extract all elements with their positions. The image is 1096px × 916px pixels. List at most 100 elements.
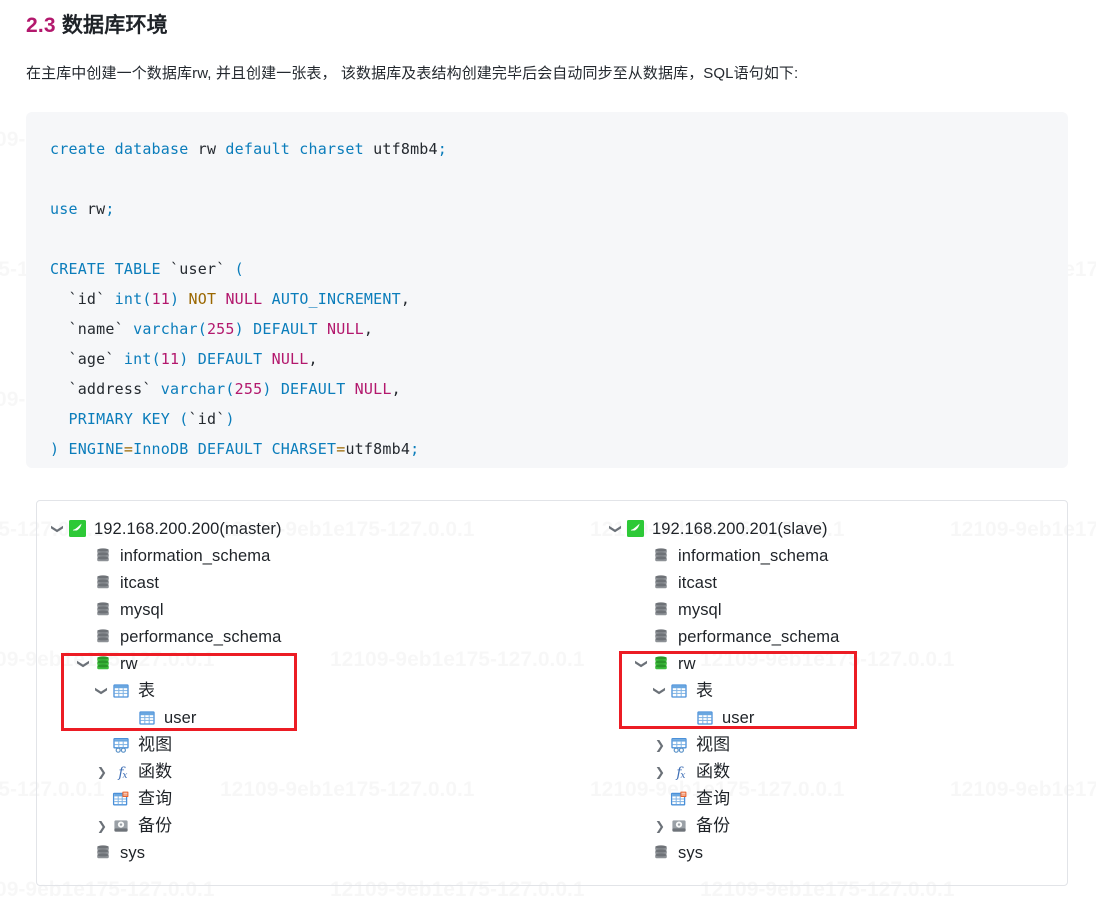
tree-node-label: 函数: [696, 761, 731, 781]
tree-node-sys[interactable]: ❯ sys: [49, 839, 597, 866]
tree-node-label: 函数: [138, 761, 173, 781]
tree-node-label: 192.168.200.201(slave): [652, 519, 828, 538]
tree-node-查询[interactable]: ❯ 查询: [607, 785, 1067, 812]
chevron-down-icon[interactable]: ❯: [635, 655, 649, 673]
chevron-placeholder: ❯: [651, 793, 669, 805]
tree-node-rw[interactable]: ❯ rw: [49, 650, 597, 677]
chevron-placeholder: ❯: [93, 793, 111, 805]
database-icon: [93, 573, 113, 593]
chevron-placeholder: ❯: [75, 847, 93, 859]
tree-node-label: itcast: [120, 573, 160, 592]
tree-node-user[interactable]: ❯ user: [49, 704, 597, 731]
tree-node-函数[interactable]: ❯ f x 函数: [607, 758, 1067, 785]
tree-node-label: user: [722, 708, 755, 727]
chevron-placeholder: ❯: [75, 631, 93, 643]
chevron-down-icon[interactable]: ❯: [51, 520, 65, 538]
tree-node-备份[interactable]: ❯ 备份: [49, 812, 597, 839]
chevron-right-icon[interactable]: ❯: [93, 820, 111, 832]
chevron-right-icon[interactable]: ❯: [651, 766, 669, 778]
tree-node-label: user: [164, 708, 197, 727]
tree-node-label: performance_schema: [120, 627, 282, 646]
chevron-right-icon[interactable]: ❯: [651, 820, 669, 832]
chevron-placeholder: ❯: [75, 550, 93, 562]
tree-node-itcast[interactable]: ❯ itcast: [49, 569, 597, 596]
sql-code-block[interactable]: create database rw default charset utf8m…: [26, 112, 1068, 468]
tree-node-label: itcast: [678, 573, 718, 592]
backup-icon: [111, 816, 131, 836]
tree-node-函数[interactable]: ❯ f x 函数: [49, 758, 597, 785]
tree-node-performance_schema[interactable]: ❯ performance_schema: [607, 623, 1067, 650]
tree-node-表[interactable]: ❯ 表: [49, 677, 597, 704]
mysql-server-icon: [67, 519, 87, 539]
chevron-right-icon[interactable]: ❯: [93, 766, 111, 778]
tree-node-label: information_schema: [120, 546, 271, 565]
tree-node-itcast[interactable]: ❯ itcast: [607, 569, 1067, 596]
tree-node-label: mysql: [678, 600, 722, 619]
database-icon: [651, 600, 671, 620]
chevron-placeholder: ❯: [633, 847, 651, 859]
view-icon: [111, 735, 131, 755]
database-icon: [651, 573, 671, 593]
sql-code-content: create database rw default charset utf8m…: [50, 140, 447, 458]
chevron-down-icon[interactable]: ❯: [77, 655, 91, 673]
function-icon: fx: [669, 762, 689, 782]
tree-node-server-master[interactable]: ❯ 192.168.200.200(master): [49, 515, 597, 542]
tree-node-label: performance_schema: [678, 627, 840, 646]
chevron-placeholder: ❯: [75, 577, 93, 589]
tree-node-information_schema[interactable]: ❯ information_schema: [49, 542, 597, 569]
chevron-placeholder: ❯: [633, 604, 651, 616]
tree-node-label: 192.168.200.200(master): [94, 519, 282, 538]
table-icon: [695, 708, 715, 728]
table-folder-icon: [111, 681, 131, 701]
section-title-text: 数据库环境: [61, 14, 168, 37]
svg-text:x: x: [122, 771, 127, 781]
chevron-placeholder: ❯: [677, 712, 695, 724]
chevron-down-icon[interactable]: ❯: [95, 682, 109, 700]
tree-node-备份[interactable]: ❯ 备份: [607, 812, 1067, 839]
tree-node-视图[interactable]: ❯ 视图: [607, 731, 1067, 758]
tree-column-slave: ❯ 192.168.200.201(slave) ❯ information_sc…: [597, 501, 1067, 885]
tree-node-表[interactable]: ❯ 表: [607, 677, 1067, 704]
query-icon: [111, 789, 131, 809]
tree-node-sys[interactable]: ❯ sys: [607, 839, 1067, 866]
view-icon: [669, 735, 689, 755]
chevron-placeholder: ❯: [119, 712, 137, 724]
tree-node-label: rw: [120, 654, 138, 673]
tree-node-user[interactable]: ❯ user: [607, 704, 1067, 731]
function-icon: fx: [111, 762, 131, 782]
database-icon: [93, 546, 113, 566]
intro-paragraph: 在主库中创建一个数据库rw, 并且创建一张表， 该数据库及表结构创建完毕后会自动…: [26, 65, 799, 82]
svg-text:x: x: [680, 771, 685, 781]
tree-node-视图[interactable]: ❯ 视图: [49, 731, 597, 758]
database-tree-panel: ❯ 192.168.200.200(master) ❯ information_s…: [36, 500, 1068, 886]
tree-node-label: 备份: [696, 815, 731, 835]
tree-node-查询[interactable]: ❯ 查询: [49, 785, 597, 812]
tree-node-label: mysql: [120, 600, 164, 619]
database-icon: [93, 843, 113, 863]
tree-node-information_schema[interactable]: ❯ information_schema: [607, 542, 1067, 569]
document-page: 2.3 数据库环境 在主库中创建一个数据库rw, 并且创建一张表， 该数据库及表…: [0, 0, 1096, 886]
database-icon: [651, 627, 671, 647]
chevron-down-icon[interactable]: ❯: [609, 520, 623, 538]
tree-node-label: information_schema: [678, 546, 829, 565]
chevron-placeholder: ❯: [633, 631, 651, 643]
tree-node-rw[interactable]: ❯ rw: [607, 650, 1067, 677]
database-icon: [93, 627, 113, 647]
tree-node-mysql[interactable]: ❯ mysql: [607, 596, 1067, 623]
query-icon: [669, 789, 689, 809]
database-icon: [93, 600, 113, 620]
database-icon: [651, 546, 671, 566]
tree-node-performance_schema[interactable]: ❯ performance_schema: [49, 623, 597, 650]
tree-node-label: 视图: [696, 734, 731, 754]
chevron-down-icon[interactable]: ❯: [653, 682, 667, 700]
table-folder-icon: [669, 681, 689, 701]
section-number: 2.3: [26, 14, 56, 37]
tree-node-server-slave[interactable]: ❯ 192.168.200.201(slave): [607, 515, 1067, 542]
chevron-placeholder: ❯: [633, 577, 651, 589]
tree-node-label: 视图: [138, 734, 173, 754]
tree-column-master: ❯ 192.168.200.200(master) ❯ information_s…: [37, 501, 597, 885]
mysql-server-icon: [625, 519, 645, 539]
tree-node-mysql[interactable]: ❯ mysql: [49, 596, 597, 623]
tree-node-label: 查询: [138, 788, 173, 808]
chevron-right-icon[interactable]: ❯: [651, 739, 669, 751]
